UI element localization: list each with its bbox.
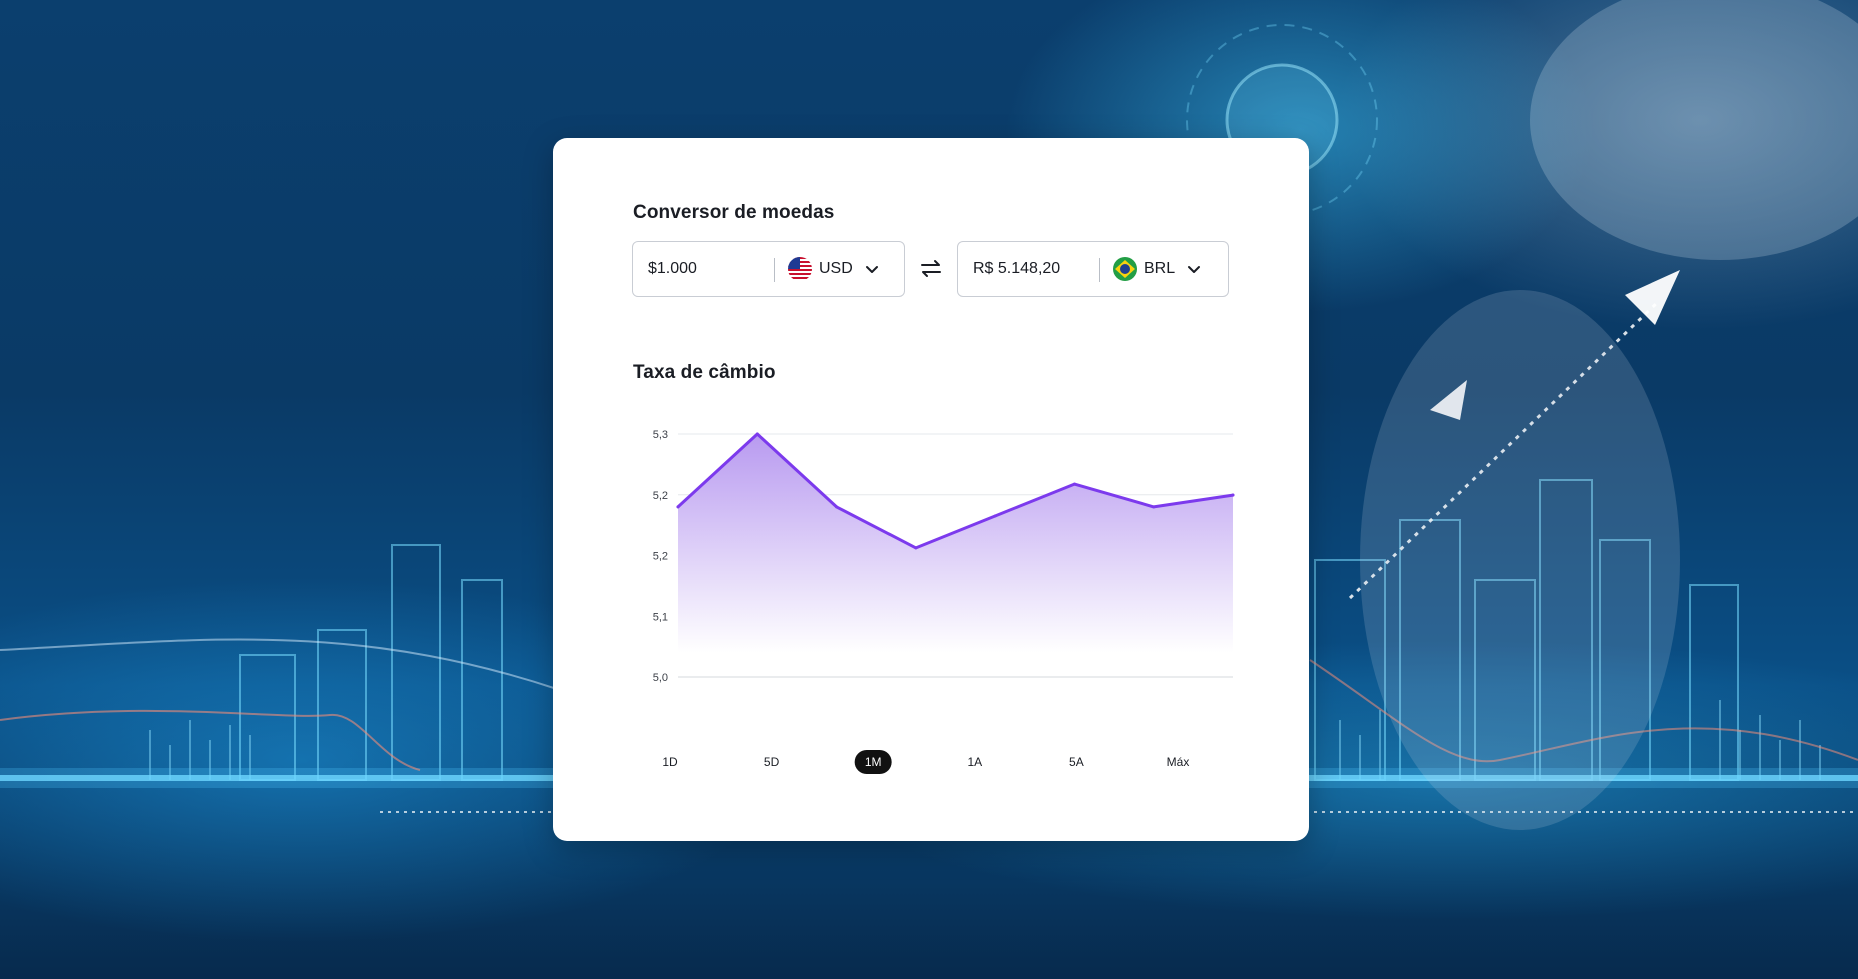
range-button-5d[interactable]: 5D xyxy=(754,750,789,774)
from-amount-input[interactable] xyxy=(648,242,768,296)
converter-card: Conversor de moedas USD xyxy=(553,138,1309,841)
from-currency-field: USD xyxy=(632,241,905,297)
range-button-1m[interactable]: 1M xyxy=(854,750,892,774)
range-button-5a[interactable]: 5A xyxy=(1059,750,1094,774)
chevron-down-icon xyxy=(865,266,878,273)
range-button-1d[interactable]: 1D xyxy=(652,750,687,774)
chart-data-point xyxy=(993,514,997,518)
chart-area-fill xyxy=(678,434,1233,653)
to-currency-select[interactable]: BRL xyxy=(1113,242,1201,296)
y-tick-label: 5,1 xyxy=(653,611,668,623)
chart-data-point xyxy=(835,505,839,509)
range-button-máx[interactable]: Máx xyxy=(1157,750,1200,774)
exchange-rate-chart: 5,3 5,2 5,2 5,1 5,0 xyxy=(653,429,1235,684)
chart-data-point xyxy=(1072,482,1076,486)
y-tick-label: 5,2 xyxy=(653,490,668,502)
chart-data-point xyxy=(755,432,759,436)
chevron-down-icon xyxy=(1188,266,1201,273)
to-currency-field: BRL xyxy=(957,241,1229,297)
to-currency-code: BRL xyxy=(1144,260,1176,277)
field-divider xyxy=(1099,258,1100,282)
from-currency-code: USD xyxy=(819,260,853,277)
us-flag-icon xyxy=(788,257,812,281)
y-tick-label: 5,3 xyxy=(653,429,668,441)
field-divider xyxy=(774,258,775,282)
brazil-flag-icon xyxy=(1113,257,1137,281)
chart-data-point xyxy=(1152,505,1156,509)
chart-data-point xyxy=(676,505,680,509)
time-range-selector: 1D 5D 1M 1A 5A Máx xyxy=(662,750,1189,774)
range-button-1a[interactable]: 1A xyxy=(957,750,992,774)
chart-data-point xyxy=(1231,493,1235,497)
swap-arrows-icon[interactable] xyxy=(918,256,944,282)
from-currency-select[interactable]: USD xyxy=(788,242,879,296)
to-amount-input[interactable] xyxy=(973,242,1093,296)
converter-title: Conversor de moedas xyxy=(633,202,835,223)
chart-data-point xyxy=(914,546,918,550)
exchange-rate-title: Taxa de câmbio xyxy=(633,362,776,383)
y-tick-label: 5,0 xyxy=(653,672,668,684)
y-tick-label: 5,2 xyxy=(653,551,668,563)
